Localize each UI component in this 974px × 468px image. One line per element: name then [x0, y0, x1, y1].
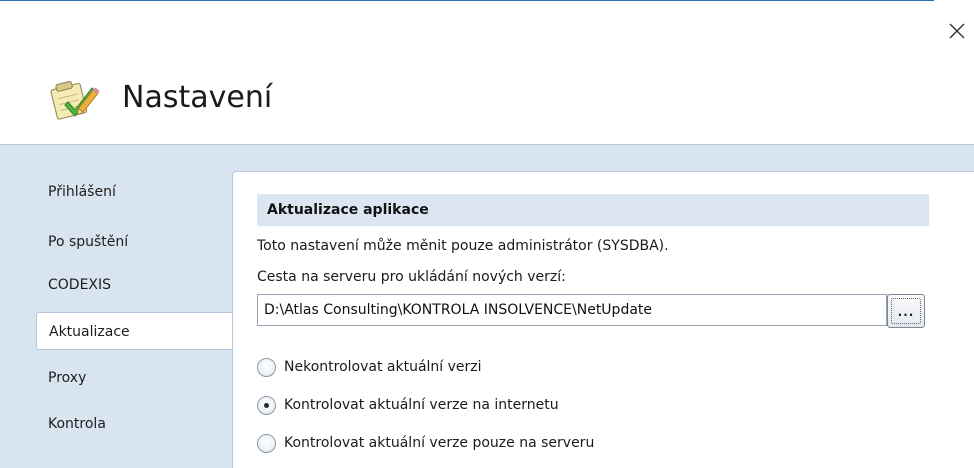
sidebar-item-prihlaseni[interactable]: Přihlášení [36, 173, 232, 211]
sidebar-item-kontrola[interactable]: Kontrola [36, 405, 232, 443]
admin-info-text: Toto nastavení může měnit pouze administ… [257, 238, 669, 254]
content-pane: Aktualizace aplikace Toto nastavení může… [232, 171, 974, 468]
radio-button[interactable] [257, 358, 276, 377]
window-top-border [0, 0, 934, 1]
server-path-input[interactable] [257, 294, 887, 326]
browse-button-label: ... [897, 305, 915, 319]
sidebar: Přihlášení Po spuštění CODEXIS Aktualiza… [0, 145, 234, 468]
sidebar-item-proxy[interactable]: Proxy [36, 359, 232, 397]
radio-label: Kontrolovat aktuální verze na internetu [284, 397, 559, 413]
close-icon [949, 23, 965, 39]
sidebar-item-po-spusteni[interactable]: Po spuštění [36, 223, 232, 261]
radio-button-selected[interactable] [257, 396, 276, 415]
radio-selected-dot [264, 403, 269, 408]
server-path-label: Cesta na serveru pro ukládání nových ver… [257, 269, 566, 285]
radio-button[interactable] [257, 434, 276, 453]
settings-panel: Přihlášení Po spuštění CODEXIS Aktualiza… [0, 144, 974, 468]
sidebar-item-aktualizace[interactable]: Aktualizace [36, 312, 234, 350]
section-title: Aktualizace aplikace [257, 194, 929, 226]
sidebar-item-codexis[interactable]: CODEXIS [36, 266, 232, 304]
settings-checklist-icon [48, 78, 100, 120]
close-button[interactable] [946, 20, 968, 42]
radio-label: Nekontrolovat aktuální verzi [284, 359, 482, 375]
page-title: Nastavení [122, 80, 273, 115]
radio-label: Kontrolovat aktuální verze pouze na serv… [284, 435, 595, 451]
browse-button[interactable]: ... [887, 294, 925, 328]
